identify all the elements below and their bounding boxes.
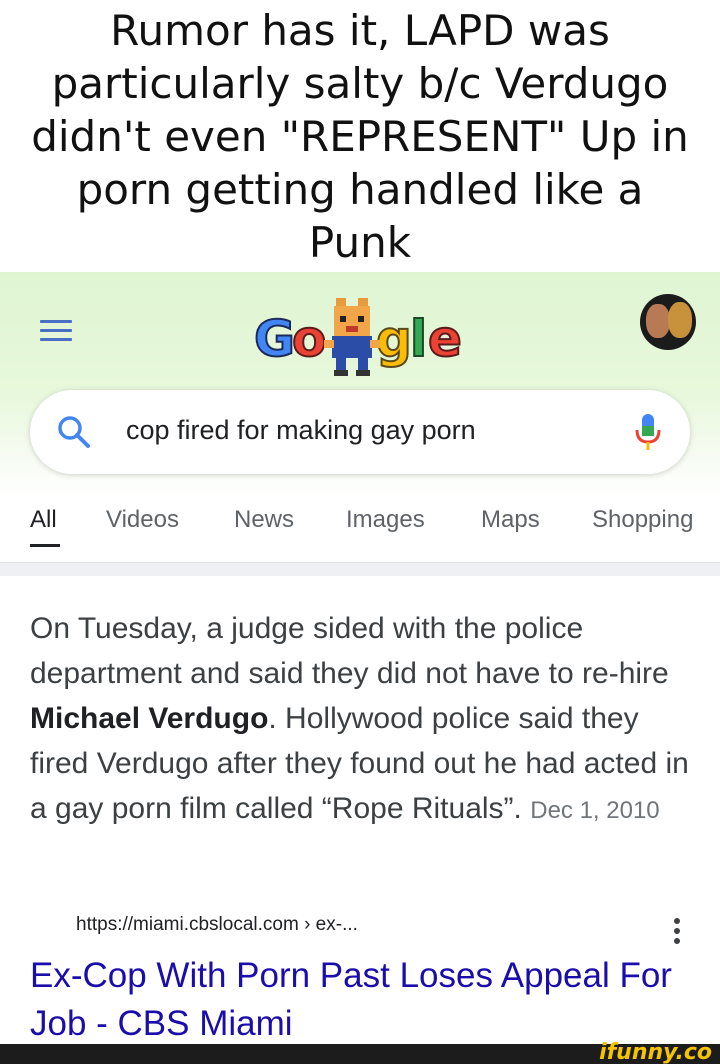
mic-icon[interactable] (633, 412, 663, 452)
tab-news[interactable]: News (234, 506, 294, 534)
search-tabs: All Videos News Images Maps Shopping (0, 500, 720, 562)
snippet-date: Dec 1, 2010 (530, 797, 660, 824)
svg-text:G: G (254, 310, 295, 368)
google-header: G o g l e cop fired for making gay porn (0, 272, 720, 500)
svg-text:g: g (376, 310, 412, 368)
snippet-text: On Tuesday, a judge sided with the polic… (30, 612, 669, 690)
result-title-link[interactable]: Ex-Cop With Porn Past Loses Appeal For J… (30, 952, 690, 1048)
svg-text:o: o (292, 310, 326, 368)
snippet-bold: Michael Verdugo (30, 702, 269, 735)
search-icon[interactable] (56, 414, 92, 450)
divider (0, 562, 720, 576)
meme-caption: Rumor has it, LAPD was particularly salt… (31, 5, 689, 267)
tab-videos[interactable]: Videos (106, 506, 179, 534)
tab-all[interactable]: All (30, 506, 57, 534)
svg-text:e: e (428, 310, 462, 368)
google-doodle-logo[interactable]: G o g l e (252, 288, 472, 380)
active-tab-indicator (30, 544, 60, 547)
ifunny-watermark: ifunny.co (599, 1040, 712, 1064)
search-box[interactable]: cop fired for making gay porn (30, 390, 690, 474)
featured-snippet: On Tuesday, a judge sided with the polic… (30, 606, 700, 833)
result-url[interactable]: https://miami.cbslocal.com › ex-... (76, 914, 358, 936)
tab-maps[interactable]: Maps (481, 506, 540, 534)
svg-text:l: l (410, 310, 427, 368)
avatar[interactable] (640, 294, 696, 350)
tab-images[interactable]: Images (346, 506, 425, 534)
tab-shopping[interactable]: Shopping (592, 506, 693, 534)
kebab-icon[interactable] (674, 918, 682, 948)
hamburger-menu-icon[interactable] (40, 320, 72, 342)
meme-caption-area: Rumor has it, LAPD was particularly salt… (0, 0, 720, 272)
search-input[interactable]: cop fired for making gay porn (126, 415, 476, 446)
